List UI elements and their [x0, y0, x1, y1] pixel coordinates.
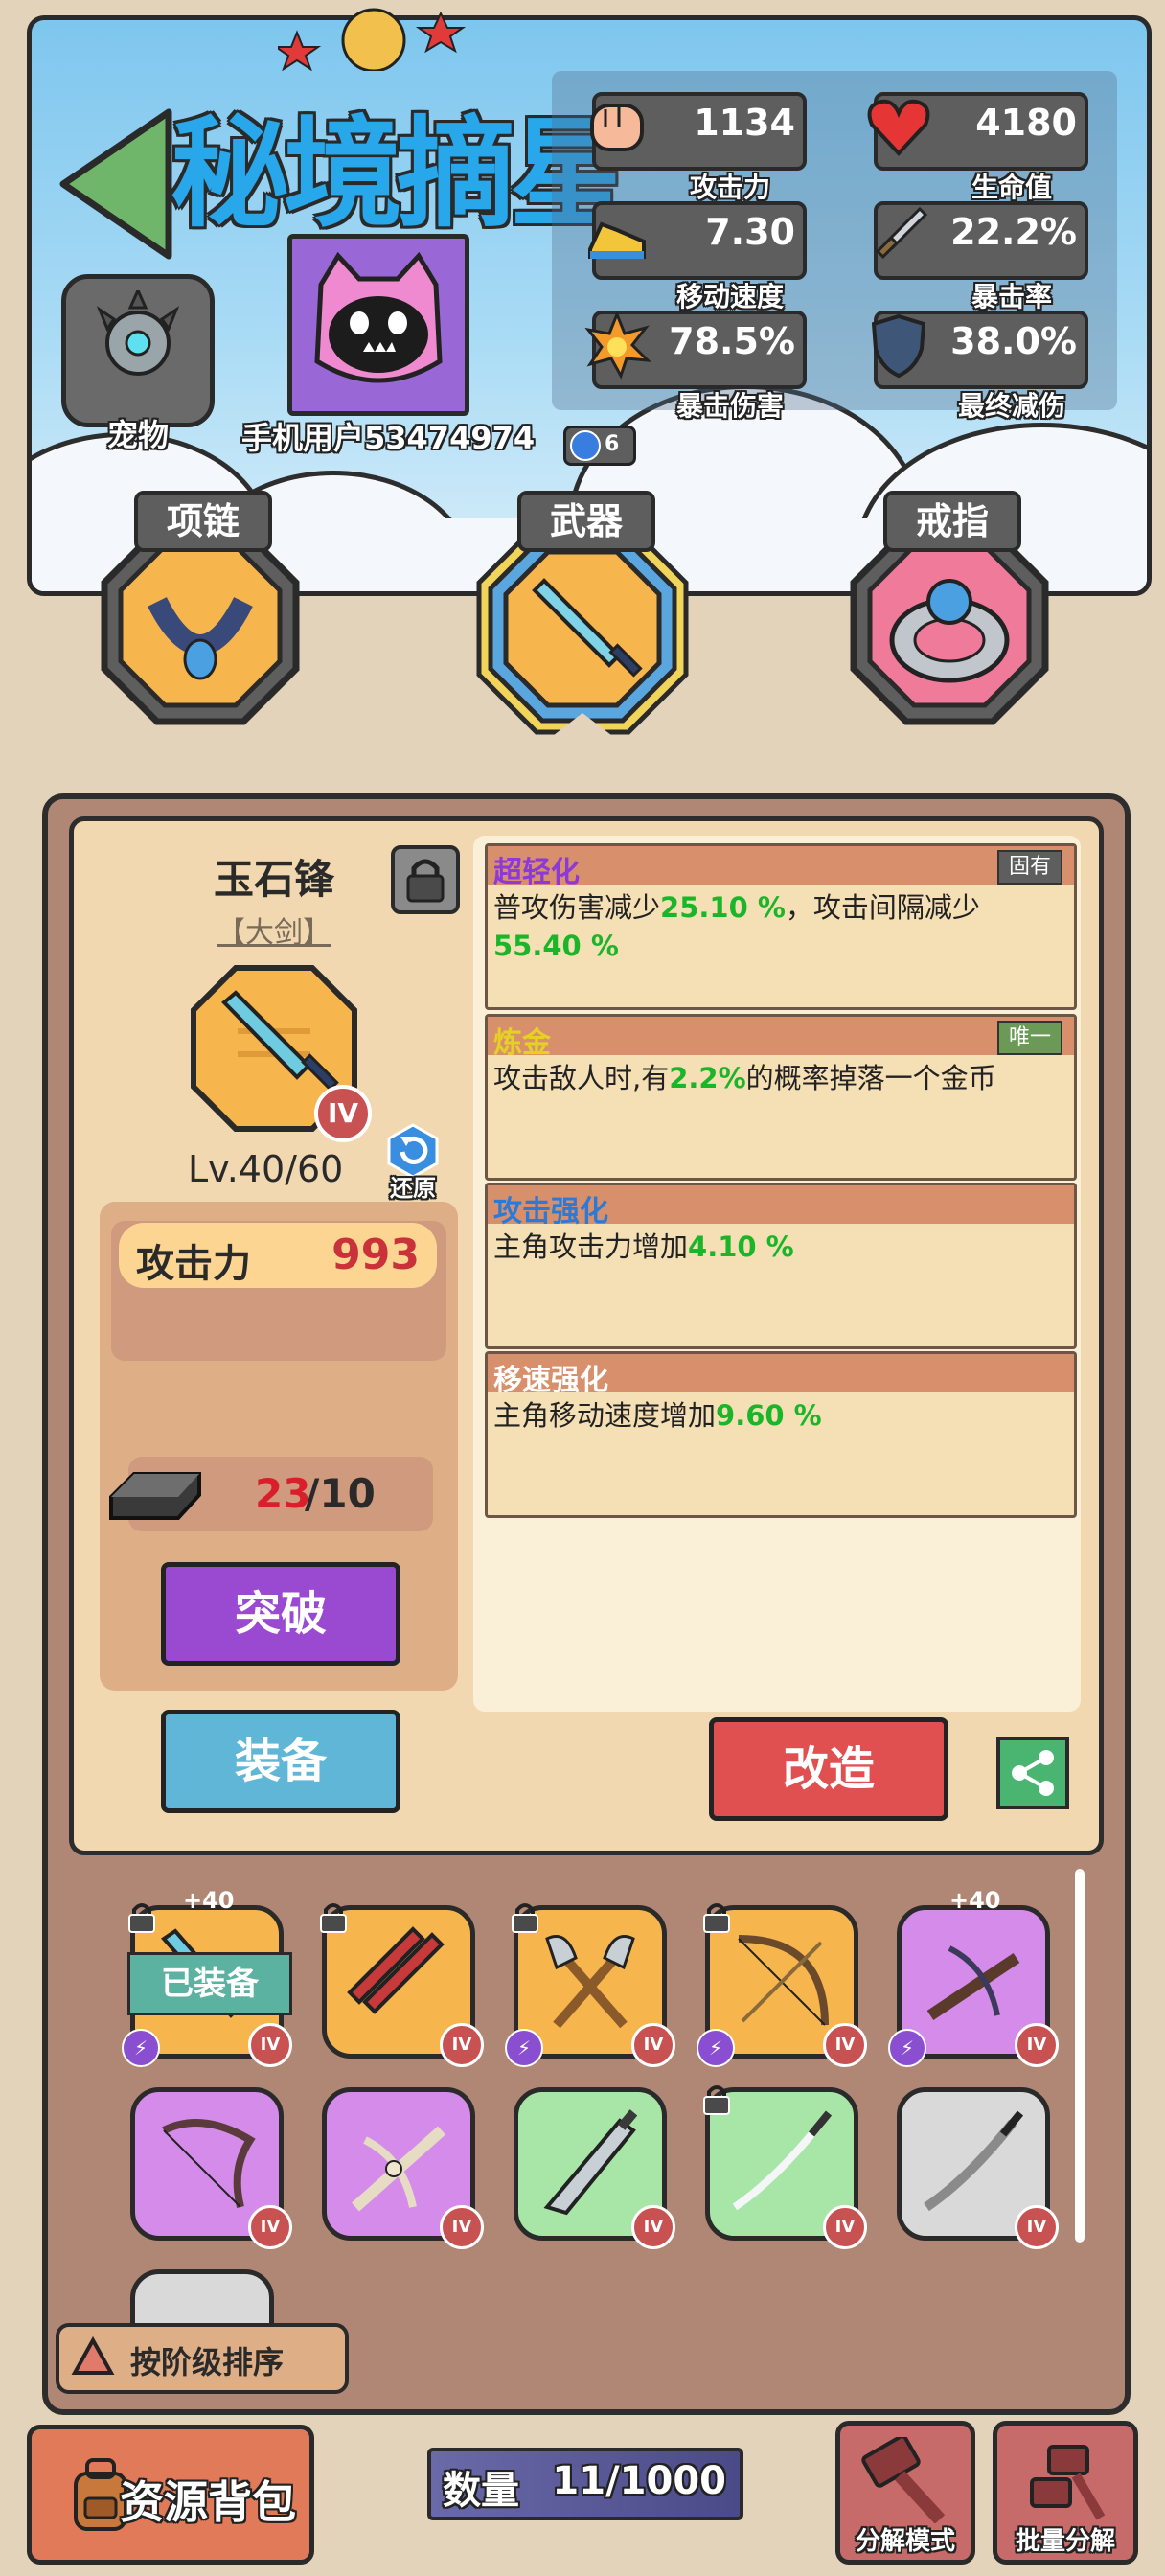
grade-badge: IV: [314, 1085, 372, 1142]
hammer-icon: [861, 2437, 946, 2523]
breakthrough-button[interactable]: 突破: [161, 1562, 400, 1666]
lock-icon: [512, 1903, 538, 1933]
sort-by-grade-button[interactable]: 按阶级排序: [56, 2323, 349, 2394]
weapon-slot[interactable]: 武器: [475, 491, 690, 735]
inventory-item[interactable]: +40 ⚡ IV: [888, 1887, 1059, 2067]
explosion-icon: [584, 310, 651, 380]
reforge-button[interactable]: 改造: [709, 1717, 948, 1821]
resource-backpack-button[interactable]: 资源背包: [27, 2425, 314, 2564]
bolt-icon: ⚡: [122, 2029, 160, 2067]
dagger-icon: [875, 206, 928, 260]
stat-damage-reduction: 38.0% 最终减伤: [871, 310, 1088, 422]
katana-icon: [924, 2110, 1024, 2212]
stat-hp: 4180 生命值: [867, 92, 1088, 203]
bow-icon: [738, 1935, 829, 2026]
inventory-item[interactable]: ⚡ IV: [505, 1903, 675, 2067]
drop-counter: 6: [563, 426, 636, 466]
lock-icon: [406, 859, 445, 903]
inventory-item[interactable]: ⚡ IV: [697, 1903, 867, 2067]
bone-crossbow-icon: [352, 2126, 445, 2212]
stat-crit-damage: 78.5% 暴击伤害: [584, 310, 807, 422]
weapon-label: 武器: [517, 491, 655, 552]
avatar[interactable]: [287, 234, 469, 416]
ring-label: 戒指: [883, 491, 1021, 552]
ring-slot[interactable]: 戒指: [849, 491, 1050, 725]
robot-pet-icon: [96, 290, 180, 376]
necklace-label: 项链: [134, 491, 272, 552]
attack-stat-row: 攻击力 993: [119, 1223, 437, 1288]
lock-icon: [320, 1903, 347, 1933]
lock-icon: [128, 1903, 155, 1933]
share-icon: [1012, 1750, 1054, 1796]
batch-hammer-icon: [1030, 2445, 1106, 2520]
dismantle-mode-button[interactable]: 分解模式: [835, 2421, 975, 2564]
stat-move-speed: 7.30 移动速度: [588, 201, 807, 312]
username: 手机用户53474974: [241, 420, 536, 456]
pet-button[interactable]: 宠物: [61, 274, 215, 453]
title-stars-icon: [278, 8, 467, 71]
quantity-display: 数量 11/1000: [427, 2448, 743, 2520]
item-icon-large: IV: [190, 964, 372, 1142]
bolt-icon: ⚡: [888, 2029, 926, 2067]
equip-button[interactable]: 装备: [161, 1710, 400, 1813]
lock-icon: [703, 2085, 730, 2115]
item-type: 【大剑】: [217, 916, 331, 950]
bolt-icon: ⚡: [505, 2029, 543, 2067]
machete-icon: [543, 2109, 638, 2216]
lock-button[interactable]: [391, 845, 460, 914]
selected-pointer-icon: [533, 713, 632, 751]
inventory-item[interactable]: 已装备 +40 ⚡ IV: [122, 1887, 292, 2067]
item-level: Lv.40/60: [188, 1148, 344, 1190]
slot-frame: [850, 526, 1049, 725]
inventory-item[interactable]: IV: [130, 2087, 292, 2249]
water-drop-icon: [570, 430, 601, 461]
sneaker-icon: [588, 221, 646, 259]
ingot-icon: [109, 1472, 201, 1520]
affix-tag: 唯一: [996, 1021, 1062, 1055]
crossbow-icon: [926, 1945, 1020, 2020]
equipped-badge: 已装备: [127, 1952, 292, 2015]
inventory-item[interactable]: IV: [703, 2085, 867, 2249]
stat-crit-rate: 22.2% 暴击率: [874, 201, 1088, 312]
affix-tag: 固有: [996, 850, 1062, 885]
stat-attack: 1134 攻击力: [590, 92, 807, 203]
katana-icon: [732, 2110, 833, 2211]
double-axe-icon: [545, 1935, 635, 2029]
pink-cat-avatar-icon: [314, 251, 443, 383]
triangle-sort-icon: [71, 2336, 115, 2375]
affix-speed-boost: 移速强化 主角移动速度增加9.60 %: [485, 1351, 1077, 1518]
twin-blades-icon: [347, 1926, 445, 2014]
batch-dismantle-button[interactable]: 批量分解: [993, 2421, 1138, 2564]
inventory-scrollbar[interactable]: [1075, 1869, 1085, 2242]
affix-attack-boost: 攻击强化 主角攻击力增加4.10 %: [485, 1183, 1077, 1349]
restore-button[interactable]: 还原: [381, 1123, 445, 1202]
share-button[interactable]: [996, 1736, 1069, 1809]
inventory-item[interactable]: IV: [322, 2087, 484, 2249]
lock-icon: [703, 1903, 730, 1933]
slot-frame-selected: [476, 522, 689, 735]
affix-alchemy: 炼金 唯一 攻击敌人时,有2.2%的概率掉落一个金币: [485, 1014, 1077, 1181]
slot-frame: [101, 526, 300, 725]
back-arrow-button[interactable]: [54, 107, 178, 261]
inventory-item[interactable]: IV: [320, 1903, 484, 2067]
shield-icon: [871, 313, 926, 379]
heart-icon: [867, 99, 930, 156]
inventory-item[interactable]: IV: [897, 2087, 1059, 2249]
recurve-bow-icon: [162, 2119, 256, 2208]
bolt-icon: ⚡: [697, 2029, 735, 2067]
inventory-item[interactable]: IV: [514, 2087, 675, 2249]
necklace-slot[interactable]: 项链: [100, 491, 301, 725]
pet-label: 宠物: [106, 417, 169, 453]
affix-ultralight: 超轻化 固有 普攻伤害减少25.10 %，攻击间隔减少 55.40 %: [485, 843, 1077, 1010]
fist-icon: [590, 104, 644, 151]
